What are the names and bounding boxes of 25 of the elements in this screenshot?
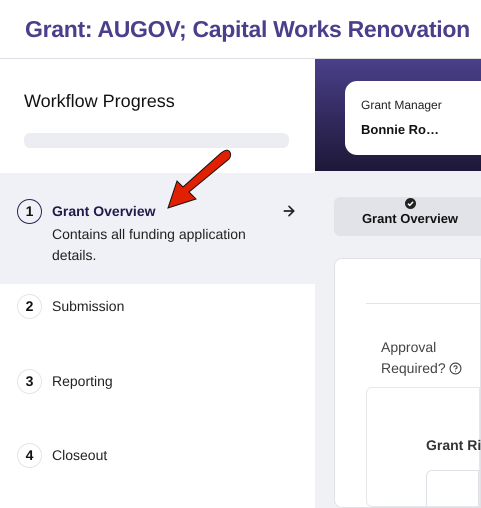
page-title: Grant: AUGOV; Capital Works Renovation [25,14,470,44]
step-label: Reporting [52,372,114,391]
workflow-step[interactable]: 3 Reporting [0,358,315,434]
step-label: Grant Overview [52,202,156,222]
workflow-step[interactable]: 2 Submission [0,284,315,358]
step-number: 1 [17,199,42,224]
step-label: Submission [52,296,126,316]
arrow-right-icon [281,203,297,220]
manager-name: Bonnie Ro… [361,121,440,139]
help-icon[interactable] [449,362,462,375]
panel-title: Workflow Progress [24,90,176,113]
workflow-step[interactable]: 4 Closeout [0,433,315,508]
workflow-step[interactable]: 1 Grant Overview Contains all funding application details. [0,173,315,284]
step-number: 3 [17,368,42,394]
input-field[interactable] [426,470,479,508]
tab-label: Grant Overview [362,210,458,228]
annotation-arrow [166,148,232,210]
card-label: Grant Manager [361,97,443,114]
step-label: Closeout [52,446,108,466]
step-description: Contains all funding application details. [52,225,247,266]
step-number: 2 [17,294,42,319]
field-label: Approval Required? [381,338,447,378]
section-title: Grant Ri [426,437,481,453]
stage-tab[interactable]: Grant Overview [334,197,481,236]
step-number: 4 [17,443,42,468]
